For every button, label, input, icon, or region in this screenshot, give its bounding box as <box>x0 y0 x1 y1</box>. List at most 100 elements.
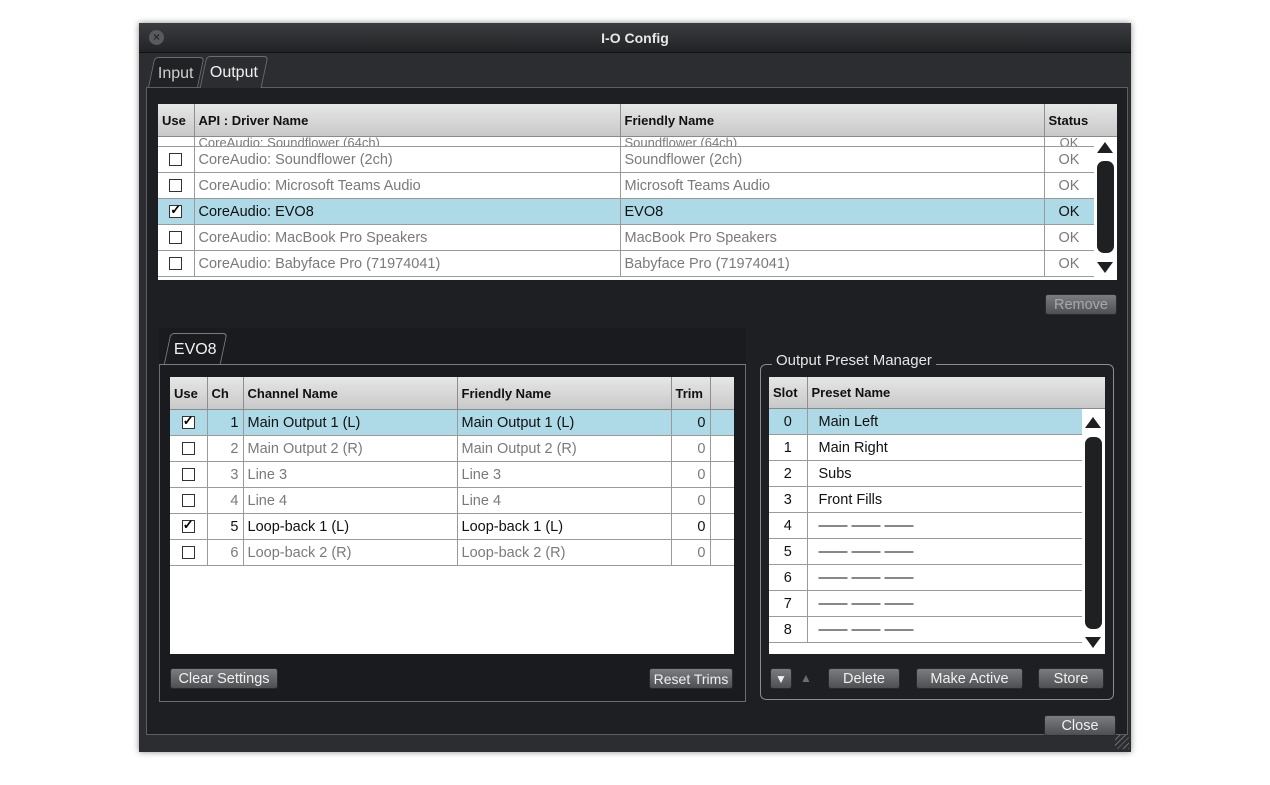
use-checkbox[interactable] <box>170 487 208 514</box>
trim-value[interactable]: 0 <box>671 539 711 566</box>
use-checkbox[interactable] <box>158 146 195 173</box>
channel-row[interactable]: 5 Loop-back 1 (L) Loop-back 1 (L) 0 <box>170 513 734 540</box>
col-status[interactable]: Status <box>1044 104 1094 137</box>
channel-row[interactable]: 6 Loop-back 2 (R) Loop-back 2 (R) 0 <box>170 539 734 566</box>
move-down-button[interactable]: ▼ <box>770 668 792 689</box>
scrollbar-thumb[interactable] <box>1085 437 1102 629</box>
use-checkbox[interactable] <box>170 539 208 566</box>
col-use[interactable]: Use <box>158 104 195 137</box>
arrow-down-icon[interactable] <box>1085 637 1101 648</box>
checkmark-icon[interactable] <box>169 202 183 219</box>
tab-evo8[interactable]: EVO8 <box>163 333 228 365</box>
use-checkbox[interactable] <box>170 513 208 540</box>
close-button[interactable]: Close <box>1044 715 1116 736</box>
col-ch[interactable]: Ch <box>207 377 244 410</box>
col-preset-name[interactable]: Preset Name <box>807 377 1082 409</box>
driver-name: CoreAudio: Microsoft Teams Audio <box>194 172 621 199</box>
use-checkbox[interactable] <box>158 172 195 199</box>
slot-number: 2 <box>769 460 808 487</box>
blank-cell <box>710 487 734 514</box>
col-channel-name[interactable]: Channel Name <box>243 377 458 410</box>
use-checkbox[interactable] <box>158 198 195 225</box>
col-api-driver-name[interactable]: API : Driver Name <box>194 104 621 137</box>
table-row[interactable]: CoreAudio: Soundflower (64ch) Soundflowe… <box>158 136 1094 147</box>
preset-row-selected[interactable]: 0 Main Left <box>769 408 1082 435</box>
channel-row[interactable]: 2 Main Output 2 (R) Main Output 2 (R) 0 <box>170 435 734 462</box>
checkbox[interactable] <box>169 257 183 271</box>
trim-value[interactable]: 0 <box>671 487 711 514</box>
trim-value[interactable]: 0 <box>671 409 711 436</box>
arrow-up-icon[interactable] <box>1097 142 1113 153</box>
checkbox[interactable] <box>169 231 183 245</box>
trim-value[interactable]: 0 <box>671 513 711 540</box>
friendly-name: EVO8 <box>620 198 1045 225</box>
checkbox[interactable] <box>181 468 195 482</box>
col-slot[interactable]: Slot <box>769 377 808 409</box>
preset-row[interactable]: 6 —— —— —— <box>769 564 1082 591</box>
checkbox[interactable] <box>181 546 195 560</box>
resize-grip-icon[interactable] <box>1115 735 1129 749</box>
checkbox[interactable] <box>169 179 183 193</box>
blank-cell <box>710 409 734 436</box>
use-checkbox[interactable] <box>170 435 208 462</box>
preset-row[interactable]: 5 —— —— —— <box>769 538 1082 565</box>
scrollbar-header <box>1094 104 1117 137</box>
move-up-button[interactable]: ▲ <box>796 668 816 689</box>
use-checkbox[interactable] <box>170 461 208 488</box>
friendly-name[interactable]: Loop-back 2 (R) <box>457 539 672 566</box>
status: OK <box>1044 172 1094 199</box>
tab-input[interactable]: Input <box>147 57 204 89</box>
col-trim[interactable]: Trim <box>671 377 711 410</box>
delete-button[interactable]: Delete <box>828 668 900 689</box>
table-row[interactable]: CoreAudio: Microsoft Teams Audio Microso… <box>158 172 1094 199</box>
use-checkbox[interactable] <box>170 409 208 436</box>
store-button[interactable]: Store <box>1038 668 1104 689</box>
col-use[interactable]: Use <box>170 377 208 410</box>
friendly-name[interactable]: Line 4 <box>457 487 672 514</box>
preset-name: —— —— —— <box>807 512 1082 539</box>
checkbox[interactable] <box>169 153 183 167</box>
tab-output[interactable]: Output <box>199 56 269 88</box>
preset-row[interactable]: 2 Subs <box>769 460 1082 487</box>
preset-row[interactable]: 3 Front Fills <box>769 486 1082 513</box>
preset-row[interactable]: 1 Main Right <box>769 434 1082 461</box>
table-row[interactable]: CoreAudio: MacBook Pro Speakers MacBook … <box>158 224 1094 251</box>
status: OK <box>1044 224 1094 251</box>
checkmark-icon[interactable] <box>181 517 195 534</box>
remove-button[interactable]: Remove <box>1045 294 1117 315</box>
checkmark-icon[interactable] <box>181 413 195 430</box>
channel-row[interactable]: 3 Line 3 Line 3 0 <box>170 461 734 488</box>
slot-number: 6 <box>769 564 808 591</box>
arrow-up-icon[interactable] <box>1085 417 1101 428</box>
table-row[interactable]: CoreAudio: Babyface Pro (71974041) Babyf… <box>158 250 1094 277</box>
use-checkbox[interactable] <box>158 224 195 251</box>
preset-row[interactable]: 4 —— —— —— <box>769 512 1082 539</box>
channel-row-selected[interactable]: 1 Main Output 1 (L) Main Output 1 (L) 0 <box>170 409 734 436</box>
trim-value[interactable]: 0 <box>671 461 711 488</box>
preset-scrollbar[interactable] <box>1082 377 1105 654</box>
reset-trims-button[interactable]: Reset Trims <box>649 668 733 689</box>
friendly-name[interactable]: Main Output 2 (R) <box>457 435 672 462</box>
friendly-name[interactable]: Line 3 <box>457 461 672 488</box>
trim-value[interactable]: 0 <box>671 435 711 462</box>
preset-row[interactable]: 8 —— —— —— <box>769 616 1082 643</box>
slot-number: 8 <box>769 616 808 643</box>
driver-scrollbar[interactable] <box>1094 104 1117 280</box>
arrow-down-icon[interactable] <box>1097 262 1113 273</box>
friendly-name[interactable]: Main Output 1 (L) <box>457 409 672 436</box>
channel-name: Line 4 <box>243 487 458 514</box>
preset-row[interactable]: 7 —— —— —— <box>769 590 1082 617</box>
make-active-button[interactable]: Make Active <box>916 668 1023 689</box>
scrollbar-thumb[interactable] <box>1097 161 1114 253</box>
clear-settings-button[interactable]: Clear Settings <box>170 668 278 689</box>
friendly-name[interactable]: Loop-back 1 (L) <box>457 513 672 540</box>
channel-row[interactable]: 4 Line 4 Line 4 0 <box>170 487 734 514</box>
table-row-selected[interactable]: CoreAudio: EVO8 EVO8 OK <box>158 198 1094 225</box>
table-row[interactable]: CoreAudio: Soundflower (2ch) Soundflower… <box>158 146 1094 173</box>
checkbox[interactable] <box>181 442 195 456</box>
col-friendly-name[interactable]: Friendly Name <box>620 104 1045 137</box>
use-checkbox[interactable] <box>158 250 195 277</box>
col-friendly-name[interactable]: Friendly Name <box>457 377 672 410</box>
slot-number: 0 <box>769 408 808 435</box>
checkbox[interactable] <box>181 494 195 508</box>
